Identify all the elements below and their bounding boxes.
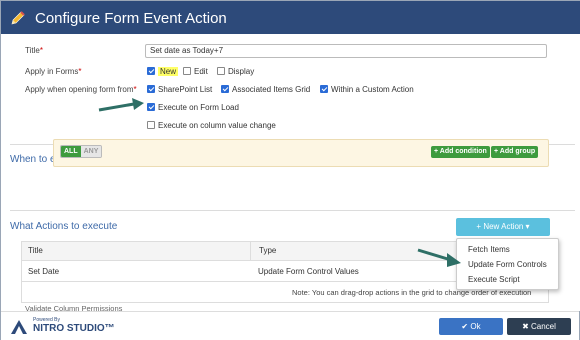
annotation-arrow-left bbox=[98, 98, 144, 112]
sharepoint-list-label: SharePoint List bbox=[158, 85, 213, 94]
display-label: Display bbox=[228, 67, 255, 76]
all-any-toggle[interactable]: ALL ANY bbox=[60, 145, 103, 158]
ok-button[interactable]: ✔ Ok bbox=[439, 318, 503, 335]
sharepoint-list-checkbox[interactable] bbox=[147, 85, 155, 93]
menu-item-fetch-items[interactable]: Fetch Items bbox=[468, 245, 510, 254]
cancel-button[interactable]: ✖ Cancel bbox=[507, 318, 571, 335]
nitro-logo-icon bbox=[11, 320, 27, 334]
annotation-arrow-right bbox=[417, 248, 461, 267]
associated-items-label: Associated Items Grid bbox=[232, 85, 311, 94]
title-input[interactable]: Set date as Today+7 bbox=[145, 44, 547, 58]
all-toggle[interactable]: ALL bbox=[61, 146, 81, 157]
custom-action-label: Within a Custom Action bbox=[331, 85, 414, 94]
execute-on-change-label: Execute on column value change bbox=[158, 121, 276, 130]
dialog-footer: Powered By NITRO STUDIO™ ✔ Ok ✖ Cancel bbox=[1, 311, 579, 340]
row-title: Set Date bbox=[28, 267, 60, 276]
divider bbox=[10, 210, 575, 211]
execute-on-load-checkbox[interactable] bbox=[147, 103, 155, 111]
table-header-title: Title bbox=[22, 242, 250, 260]
pencil-icon bbox=[11, 11, 25, 25]
associated-items-checkbox[interactable] bbox=[221, 85, 229, 93]
add-group-button[interactable]: + Add group bbox=[491, 146, 539, 158]
edit-checkbox[interactable] bbox=[183, 67, 191, 75]
new-action-menu: Fetch Items Update Form Controls Execute… bbox=[456, 238, 559, 290]
execute-on-load-label: Execute on Form Load bbox=[158, 103, 239, 112]
menu-item-execute-script[interactable]: Execute Script bbox=[468, 275, 520, 284]
new-label: New bbox=[158, 67, 179, 76]
menu-item-update-form-controls[interactable]: Update Form Controls bbox=[468, 260, 547, 269]
edit-label: Edit bbox=[194, 67, 208, 76]
dialog-title: Configure Form Event Action bbox=[35, 10, 227, 27]
display-checkbox[interactable] bbox=[217, 67, 225, 75]
any-toggle[interactable]: ANY bbox=[80, 146, 102, 157]
conditions-box: ALL ANY + Add condition + Add group bbox=[53, 139, 549, 167]
new-checkbox[interactable] bbox=[147, 67, 155, 75]
nitro-studio-logo: Powered By NITRO STUDIO™ bbox=[9, 317, 119, 337]
nitro-studio-label: NITRO STUDIO™ bbox=[33, 323, 115, 334]
add-condition-button[interactable]: + Add condition bbox=[431, 146, 490, 158]
apply-in-forms-label: Apply in Forms* bbox=[25, 67, 82, 76]
custom-action-checkbox[interactable] bbox=[320, 85, 328, 93]
title-label: Title* bbox=[25, 46, 43, 55]
dialog-header: Configure Form Event Action bbox=[1, 1, 580, 34]
configure-form-event-dialog: Configure Form Event Action Title* Set d… bbox=[0, 0, 580, 340]
row-type: Update Form Control Values bbox=[258, 267, 359, 276]
what-actions-title: What Actions to execute bbox=[10, 221, 118, 232]
execute-on-change-checkbox[interactable] bbox=[147, 121, 155, 129]
apply-when-label: Apply when opening form from* bbox=[25, 85, 137, 94]
new-action-button[interactable]: + New Action ▾ bbox=[456, 218, 550, 236]
